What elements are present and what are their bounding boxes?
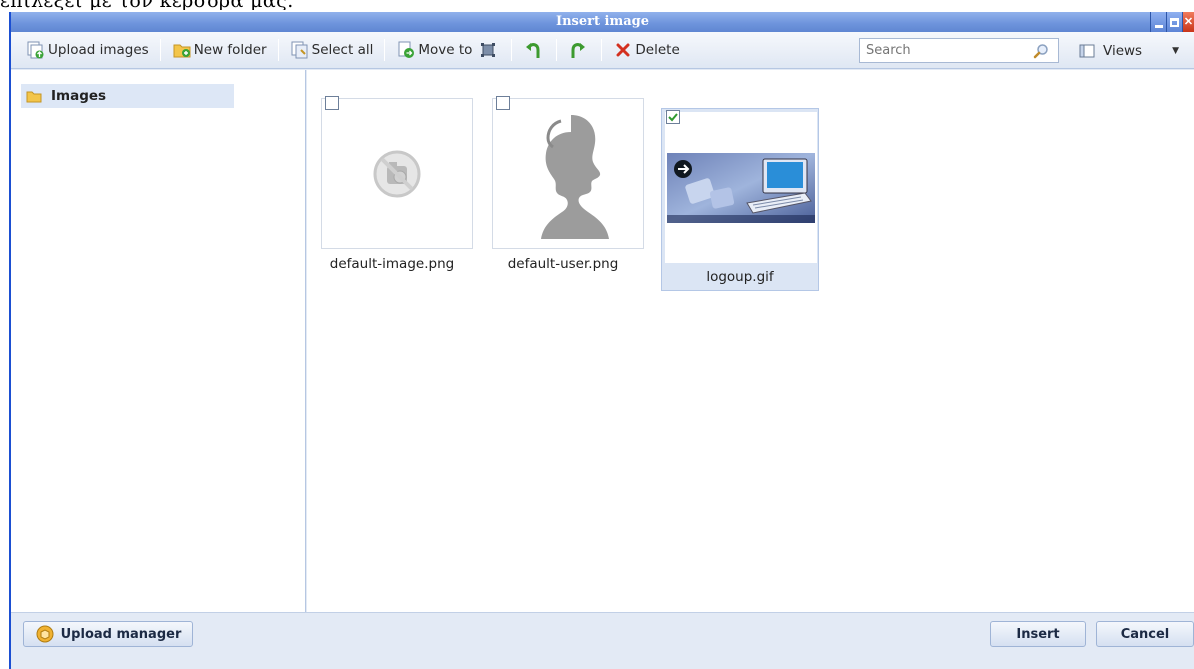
move-to-button[interactable]: Move to xyxy=(393,38,475,62)
user-silhouette xyxy=(541,114,609,239)
toolbar-separator xyxy=(277,39,279,61)
search-input[interactable] xyxy=(860,39,1030,62)
select-all-button[interactable]: Select all xyxy=(287,38,377,62)
delete-label: Delete xyxy=(635,42,680,58)
folder-tree: Images xyxy=(11,70,306,621)
folder-icon xyxy=(25,88,43,104)
resize-button[interactable] xyxy=(475,38,503,62)
upload-images-button[interactable]: Upload images xyxy=(23,38,152,62)
delete-button[interactable]: Delete xyxy=(610,38,682,62)
no-image-icon xyxy=(373,150,421,197)
toolbar: Upload images New folder Select all Move… xyxy=(11,32,1194,69)
folder-item-images[interactable]: Images xyxy=(21,84,234,108)
package-icon xyxy=(35,625,55,643)
rotate-right-icon xyxy=(568,41,588,59)
file-tile-default-user[interactable]: default-user.png xyxy=(486,94,644,279)
delete-icon xyxy=(613,41,633,59)
file-thumbnail xyxy=(665,112,817,263)
file-name: logoup.gif xyxy=(706,269,774,285)
file-tile-logoup[interactable]: logoup.gif xyxy=(661,108,819,291)
maximize-button[interactable] xyxy=(1166,12,1182,32)
insert-label: Insert xyxy=(1016,626,1060,642)
cancel-label: Cancel xyxy=(1120,626,1170,642)
file-thumbnail xyxy=(492,98,644,249)
views-menu[interactable]: Views ▼ xyxy=(1077,32,1179,69)
select-all-icon xyxy=(290,41,310,59)
folder-label: Images xyxy=(51,88,107,104)
search-icon[interactable] xyxy=(1030,40,1052,62)
file-name: default-image.png xyxy=(329,256,455,272)
upload-manager-label: Upload manager xyxy=(60,626,182,642)
upload-icon xyxy=(26,41,46,59)
minimize-icon xyxy=(1154,24,1163,28)
dialog-titlebar[interactable]: Insert image ✕ xyxy=(11,12,1194,32)
file-grid: default-image.png default-user.png logou… xyxy=(307,70,1194,621)
toolbar-separator xyxy=(556,39,558,61)
checkmark-icon xyxy=(668,113,678,122)
insert-button[interactable]: Insert xyxy=(990,621,1086,647)
views-label: Views xyxy=(1103,42,1143,59)
file-thumbnail xyxy=(321,98,473,249)
move-to-icon xyxy=(396,41,416,59)
move-to-label: Move to xyxy=(418,42,473,58)
rotate-right-button[interactable] xyxy=(565,38,593,62)
chevron-down-icon: ▼ xyxy=(1172,45,1179,56)
upload-manager-button[interactable]: Upload manager xyxy=(23,621,193,647)
toolbar-separator xyxy=(159,39,161,61)
dialog-title: Insert image xyxy=(556,14,649,29)
maximize-icon xyxy=(1170,17,1179,27)
rotate-left-icon xyxy=(523,41,543,59)
views-icon xyxy=(1077,42,1097,60)
insert-image-dialog: Insert image ✕ Upload images New folder … xyxy=(9,12,1194,669)
toolbar-separator xyxy=(601,39,603,61)
computer-login-image xyxy=(667,152,815,223)
new-folder-button[interactable]: New folder xyxy=(169,38,270,62)
resize-icon xyxy=(478,41,498,59)
file-checkbox[interactable] xyxy=(325,96,339,110)
page-caption: επιλέξει με τον κέρσορα μας. xyxy=(0,0,1194,10)
select-all-label: Select all xyxy=(311,42,374,58)
dialog-footer: Upload manager Insert Cancel xyxy=(11,612,1194,669)
file-tile-default-image[interactable]: default-image.png xyxy=(315,94,473,279)
cancel-button[interactable]: Cancel xyxy=(1096,621,1194,647)
close-button[interactable]: ✕ xyxy=(1182,12,1194,32)
search-field xyxy=(859,38,1059,63)
close-icon: ✕ xyxy=(1183,15,1194,28)
toolbar-separator xyxy=(511,39,513,61)
file-checkbox[interactable] xyxy=(666,110,680,124)
minimize-button[interactable] xyxy=(1150,12,1166,32)
file-checkbox[interactable] xyxy=(496,96,510,110)
upload-images-label: Upload images xyxy=(48,42,149,58)
toolbar-separator xyxy=(384,39,386,61)
file-name: default-user.png xyxy=(507,256,619,272)
new-folder-label: New folder xyxy=(193,42,267,58)
new-folder-icon xyxy=(172,41,192,59)
rotate-left-button[interactable] xyxy=(520,38,548,62)
